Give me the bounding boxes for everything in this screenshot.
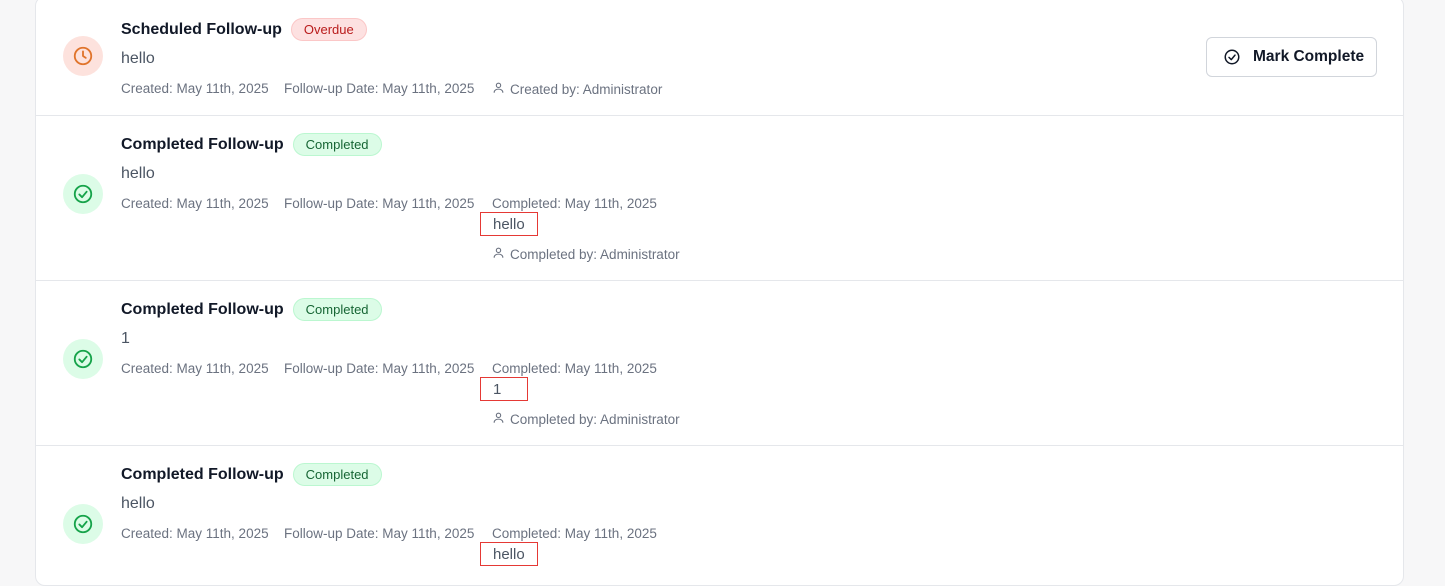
followup-note: hello: [121, 165, 155, 182]
followup-date: Follow-up Date: May 11th, 2025: [284, 361, 475, 376]
followup-header: Completed Follow-up Completed: [121, 298, 382, 321]
created-date: Created: May 11th, 2025: [121, 526, 269, 541]
created-by-label: Created by: Administrator: [510, 81, 663, 97]
completed-date: Completed: May 11th, 2025: [492, 526, 657, 541]
completed-by-label: Completed by: Administrator: [510, 246, 680, 262]
status-badge-completed: Completed: [292, 133, 382, 156]
clock-icon: [63, 36, 103, 76]
followup-title: Completed Follow-up: [121, 300, 284, 318]
status-badge-completed: Completed: [292, 463, 382, 486]
followup-note: 1: [121, 330, 130, 347]
followup-title: Completed Follow-up: [121, 465, 284, 483]
created-date: Created: May 11th, 2025: [121, 361, 269, 376]
mark-complete-button[interactable]: Mark Complete: [1206, 37, 1377, 77]
check-circle-icon: [63, 174, 103, 214]
followup-item-completed: Completed Follow-up Completed hello Crea…: [36, 446, 1403, 585]
completed-date: Completed: May 11th, 2025: [492, 361, 657, 376]
followup-title: Scheduled Follow-up: [121, 20, 282, 38]
completion-note: hello: [480, 212, 538, 236]
created-date: Created: May 11th, 2025: [121, 81, 269, 96]
completed-by: Completed by: Administrator: [492, 411, 680, 427]
followup-item-completed: Completed Follow-up Completed hello Crea…: [36, 116, 1403, 281]
mark-complete-label: Mark Complete: [1253, 48, 1365, 65]
user-icon: [492, 81, 505, 97]
followup-header: Completed Follow-up Completed: [121, 463, 382, 486]
user-icon: [492, 411, 505, 427]
completion-note: 1: [480, 377, 528, 401]
completed-by-label: Completed by: Administrator: [510, 411, 680, 427]
created-by: Created by: Administrator: [492, 81, 662, 97]
followup-item-completed: Completed Follow-up Completed 1 Created:…: [36, 281, 1403, 446]
followup-note: hello: [121, 50, 155, 67]
completed-by: Completed by: Administrator: [492, 246, 680, 262]
followup-header: Completed Follow-up Completed: [121, 133, 382, 156]
followup-note: hello: [121, 495, 155, 512]
status-badge-completed: Completed: [292, 298, 382, 321]
followup-date: Follow-up Date: May 11th, 2025: [284, 196, 475, 211]
followup-date: Follow-up Date: May 11th, 2025: [284, 526, 475, 541]
completion-note: hello: [480, 542, 538, 566]
created-date: Created: May 11th, 2025: [121, 196, 269, 211]
check-circle-icon: [1223, 48, 1241, 66]
check-circle-icon: [63, 339, 103, 379]
followup-date: Follow-up Date: May 11th, 2025: [284, 81, 475, 96]
followup-title: Completed Follow-up: [121, 135, 284, 153]
followup-item-scheduled: Scheduled Follow-up Overdue hello Create…: [36, 0, 1403, 116]
followup-list-card: Scheduled Follow-up Overdue hello Create…: [35, 0, 1404, 586]
completed-date: Completed: May 11th, 2025: [492, 196, 657, 211]
check-circle-icon: [63, 504, 103, 544]
user-icon: [492, 246, 505, 262]
followup-header: Scheduled Follow-up Overdue: [121, 18, 367, 41]
status-badge-overdue: Overdue: [290, 18, 367, 41]
